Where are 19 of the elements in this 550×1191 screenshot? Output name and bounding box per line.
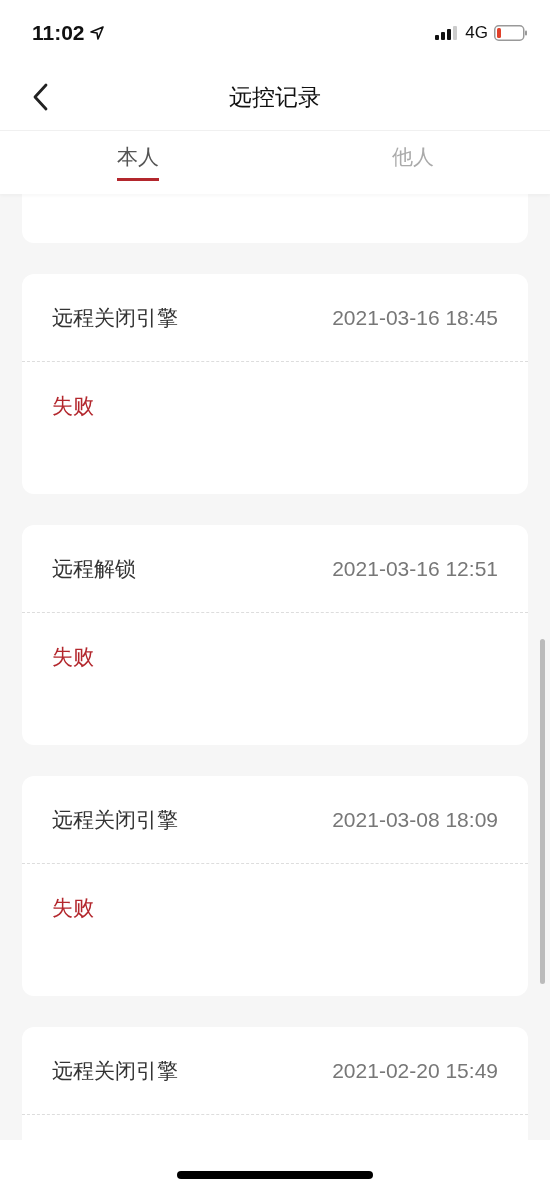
record-result: 失败 [52,645,94,669]
battery-icon [494,24,528,41]
record-action: 远程关闭引擎 [52,806,178,834]
page-title: 远控记录 [229,83,321,112]
back-icon[interactable] [32,83,48,111]
record-action: 远程关闭引擎 [52,304,178,332]
record-action: 远程关闭引擎 [52,1057,178,1085]
record-action: 远程解锁 [52,555,136,583]
record-time: 2021-03-16 18:45 [332,305,498,330]
clock-time: 11:02 [32,20,85,45]
record-time: 2021-03-08 18:09 [332,807,498,832]
record-time: 2021-02-20 15:49 [332,1058,498,1083]
record-time: 2021-03-16 12:51 [332,556,498,581]
network-label: 4G [465,22,488,43]
tab[interactable]: 本人 [116,131,159,181]
location-arrow-icon [89,25,104,40]
record-result: 失败 [52,896,94,920]
signal-icon [435,25,460,40]
record-result: 失败 [52,394,94,418]
